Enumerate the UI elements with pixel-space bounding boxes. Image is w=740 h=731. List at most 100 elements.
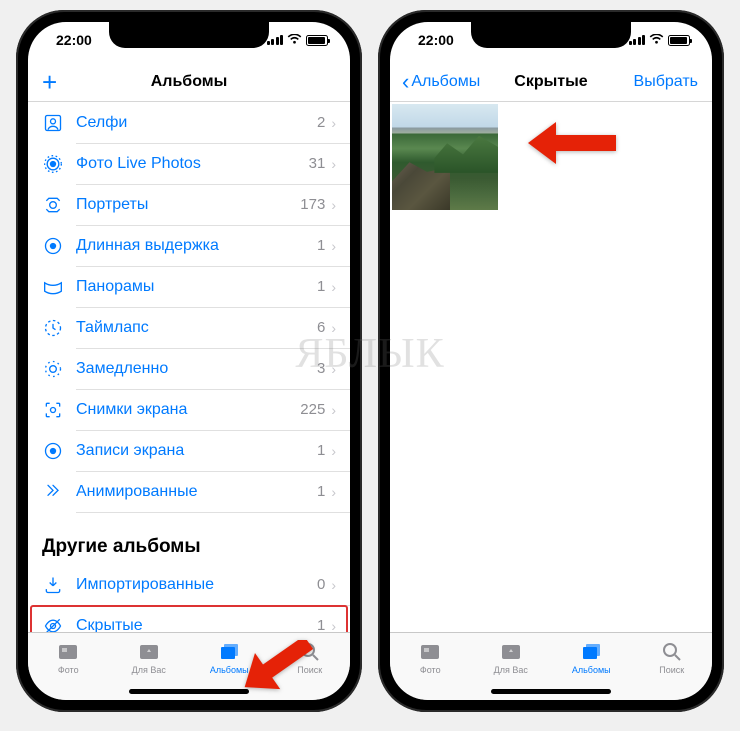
tab-label: Фото: [58, 665, 79, 675]
back-button[interactable]: ‹Альбомы: [402, 71, 480, 93]
row-count: 1: [317, 442, 325, 459]
tab-label: Для Вас: [494, 665, 528, 675]
row-label: Селфи: [76, 114, 317, 132]
other-row-hidden[interactable]: Скрытые1 ›: [28, 605, 350, 632]
slomo-icon: [42, 358, 64, 380]
hidden-photos-grid[interactable]: [390, 102, 712, 632]
chevron-right-icon: ›: [331, 577, 336, 593]
row-label: Панорамы: [76, 278, 317, 296]
row-label: Записи экрана: [76, 442, 317, 460]
tab-photos[interactable]: Фото: [28, 633, 109, 682]
row-label: Скрытые: [76, 617, 317, 633]
row-label: Портреты: [76, 196, 300, 214]
home-indicator[interactable]: [129, 689, 249, 694]
photo-thumbnail[interactable]: [392, 104, 498, 210]
tab-icon: [499, 641, 523, 663]
media-row-selfie[interactable]: Селфи2 ›: [28, 102, 350, 143]
import-icon: [42, 574, 64, 596]
chevron-right-icon: ›: [331, 320, 336, 336]
media-row-screenrec[interactable]: Записи экрана1›: [28, 430, 350, 471]
tab-albums[interactable]: Альбомы: [551, 633, 632, 682]
chevron-right-icon: ›: [331, 484, 336, 500]
media-row-screenshot[interactable]: Снимки экрана225 ›: [28, 389, 350, 430]
row-count: 1: [317, 237, 325, 254]
timelapse-icon: [42, 317, 64, 339]
live-icon: [42, 153, 64, 175]
chevron-left-icon: ‹: [402, 71, 409, 93]
chevron-right-icon: ›: [331, 618, 336, 633]
row-count: 1: [317, 483, 325, 500]
row-label: Замедленно: [76, 360, 317, 378]
battery-icon: [668, 35, 690, 46]
tab-search[interactable]: Поиск: [270, 633, 351, 682]
row-count: 173: [300, 196, 325, 213]
tab-label: Фото: [420, 665, 441, 675]
row-label: Таймлапс: [76, 319, 317, 337]
phone-right: 22:00 ‹Альбомы Скрытые Выбрать ФотоДля В…: [378, 10, 724, 712]
notch: [471, 22, 631, 48]
add-button[interactable]: +: [42, 69, 57, 95]
media-row-longexp[interactable]: Длинная выдержка1 ›: [28, 225, 350, 266]
media-row-pano[interactable]: Панорамы1›: [28, 266, 350, 307]
screenrec-icon: [42, 440, 64, 462]
tab-photos[interactable]: Фото: [390, 633, 471, 682]
tab-foryou[interactable]: Для Вас: [471, 633, 552, 682]
chevron-right-icon: ›: [331, 115, 336, 131]
media-row-animated[interactable]: Анимированные1 ›: [28, 471, 350, 512]
media-row-timelapse[interactable]: Таймлапс6›: [28, 307, 350, 348]
chevron-right-icon: ›: [331, 156, 336, 172]
chevron-right-icon: ›: [331, 361, 336, 377]
portrait-icon: [42, 194, 64, 216]
media-row-portrait[interactable]: Портреты173›: [28, 184, 350, 225]
signal-icon: [267, 35, 284, 45]
tab-icon: [217, 641, 241, 663]
signal-icon: [629, 35, 646, 45]
row-count: 31: [309, 155, 326, 172]
row-count: 0: [317, 576, 325, 593]
tab-label: Поиск: [659, 665, 684, 675]
tab-icon: [137, 641, 161, 663]
tab-icon: [56, 641, 80, 663]
chevron-right-icon: ›: [331, 402, 336, 418]
media-row-live[interactable]: Фото Live Photos31 ›: [28, 143, 350, 184]
album-list[interactable]: Селфи2›Фото Live Photos31›Портреты173›Дл…: [28, 102, 350, 632]
row-label: Анимированные: [76, 483, 317, 501]
section-other-albums: Другие альбомы: [28, 512, 350, 564]
nav-bar: + Альбомы: [28, 62, 350, 102]
tab-label: Альбомы: [210, 665, 249, 675]
row-count: 1: [317, 617, 325, 632]
chevron-right-icon: ›: [331, 238, 336, 254]
row-label: Снимки экрана: [76, 401, 300, 419]
screenshot-icon: [42, 399, 64, 421]
other-row-import[interactable]: Импортированные0 ›: [28, 564, 350, 605]
select-button[interactable]: Выбрать: [634, 73, 698, 91]
chevron-right-icon: ›: [331, 279, 336, 295]
nav-bar: ‹Альбомы Скрытые Выбрать: [390, 62, 712, 102]
row-count: 225: [300, 401, 325, 418]
row-count: 3: [317, 360, 325, 377]
tab-albums[interactable]: Альбомы: [189, 633, 270, 682]
pano-icon: [42, 276, 64, 298]
tab-search[interactable]: Поиск: [632, 633, 713, 682]
nav-title: Альбомы: [151, 73, 228, 91]
row-label: Длинная выдержка: [76, 237, 317, 255]
selfie-icon: [42, 112, 64, 134]
status-time: 22:00: [418, 32, 478, 48]
tab-foryou[interactable]: Для Вас: [109, 633, 190, 682]
tab-label: Альбомы: [572, 665, 611, 675]
row-label: Импортированные: [76, 576, 317, 594]
wifi-icon: [287, 34, 302, 47]
hidden-icon: [42, 615, 64, 633]
tab-label: Для Вас: [132, 665, 166, 675]
battery-icon: [306, 35, 328, 46]
wifi-icon: [649, 34, 664, 47]
tab-icon: [298, 641, 322, 663]
nav-title: Скрытые: [514, 73, 587, 91]
animated-icon: [42, 481, 64, 503]
row-count: 2: [317, 114, 325, 131]
home-indicator[interactable]: [491, 689, 611, 694]
tab-icon: [579, 641, 603, 663]
phone-left: 22:00 + Альбомы Селфи2›Фото Live Photos3…: [16, 10, 362, 712]
media-row-slomo[interactable]: Замедленно3 ›: [28, 348, 350, 389]
row-label: Фото Live Photos: [76, 155, 309, 173]
